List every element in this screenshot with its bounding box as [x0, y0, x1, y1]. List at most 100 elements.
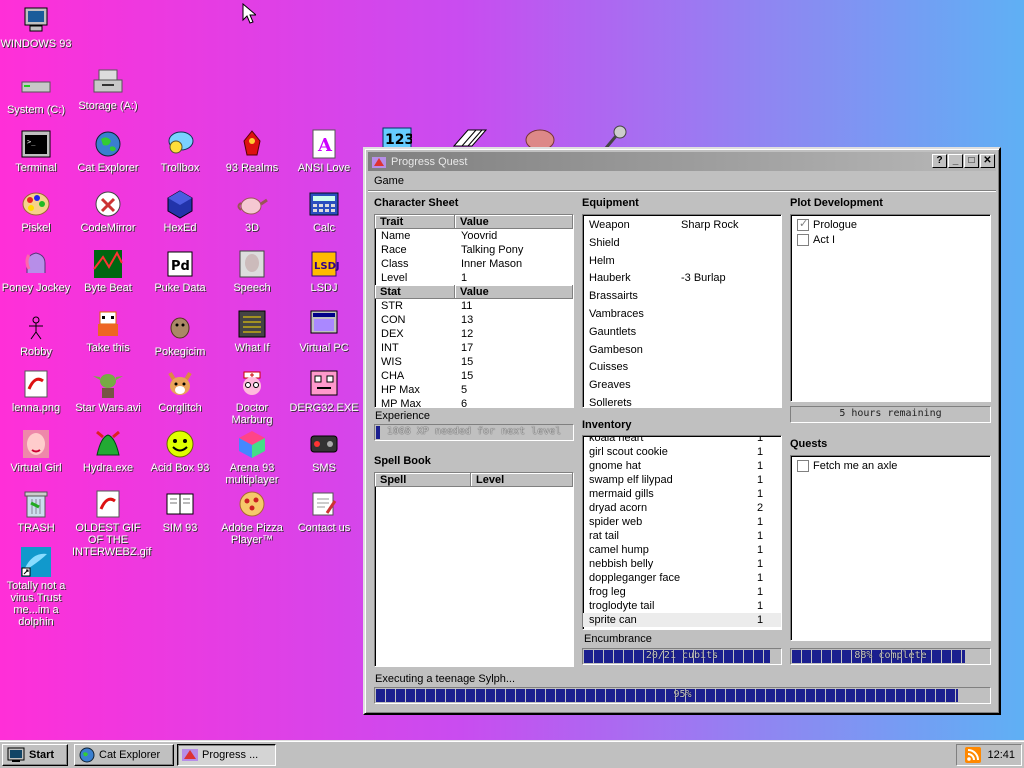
desktop-icon-hydra[interactable]: Hydra.exe — [72, 428, 144, 474]
desktop-icon-corglitch[interactable]: Corglitch — [144, 368, 216, 414]
desktop-icon-derg32[interactable]: DERG32.EXE — [288, 368, 360, 414]
desktop-icon-codemirror[interactable]: CodeMirror — [72, 188, 144, 234]
spell-col-header[interactable]: Spell — [375, 473, 471, 487]
desktop-icon-oldest-gif[interactable]: OLDEST GIF OF THE INTERWEBZ.gif — [72, 488, 151, 558]
trait-row-key: Race — [381, 244, 407, 256]
desktop-icon-partial-piano[interactable] — [452, 128, 488, 148]
stat-row: STR 11 — [375, 299, 573, 313]
desktop-icon-star-wars[interactable]: Star Wars.avi — [72, 368, 144, 414]
desktop-icon-poney-jockey[interactable]: Poney Jockey — [0, 248, 72, 294]
desktop-icon-partial-123[interactable]: 123 — [382, 126, 414, 149]
desktop-icon-partial-meat[interactable] — [524, 126, 556, 151]
checkbox[interactable] — [797, 233, 809, 246]
inventory-row[interactable]: nebbish belly 1 — [583, 557, 781, 571]
desktop-icon-label: DERG32.EXE — [289, 402, 359, 414]
desktop-icon-ansi-love[interactable]: A ANSI Love — [288, 128, 360, 174]
inventory-row[interactable]: koala heart 1 — [583, 436, 781, 445]
inventory-row[interactable]: sprite can 1 — [583, 613, 781, 627]
equipment-title: Equipment — [582, 197, 639, 209]
start-button[interactable]: Start — [2, 744, 68, 766]
desktop-icon-dolphin[interactable]: Totally not a virus.Trust me...im a dolp… — [0, 546, 72, 628]
desktop-icon-lenna[interactable]: lenna.png — [0, 368, 72, 414]
inventory-row[interactable]: frog leg 1 — [583, 585, 781, 599]
desktop-icon-system-c[interactable]: System (C:) — [0, 70, 72, 116]
inventory-row[interactable]: mermaid gills 1 — [583, 487, 781, 501]
stat-row-key: INT — [381, 342, 399, 354]
stat-row: CHA 15 — [375, 369, 573, 383]
inventory-row[interactable]: troglodyte tail 1 — [583, 599, 781, 613]
minimize-button[interactable]: _ — [948, 154, 963, 168]
desktop-icon-virtual-pc[interactable]: Virtual PC — [288, 308, 360, 354]
desktop-icon-robby[interactable]: Robby — [0, 312, 72, 358]
inventory-row[interactable]: dryad acorn 2 — [583, 501, 781, 515]
quest-item[interactable]: Fetch me an axle — [791, 458, 990, 473]
encumbrance-label: Encumbrance — [584, 633, 652, 645]
checkbox[interactable] — [797, 217, 809, 231]
level-col-header[interactable]: Level — [471, 473, 573, 487]
desktop-icon-what-if[interactable]: What If — [216, 308, 288, 354]
desktop-icon-virtual-girl[interactable]: Virtual Girl — [0, 428, 72, 474]
stat-col-header[interactable]: Stat — [375, 285, 455, 299]
desktop-icon-cat-explorer[interactable]: Cat Explorer — [72, 128, 144, 174]
face-icon — [20, 428, 52, 460]
inventory-row[interactable]: camel hump 1 — [583, 543, 781, 557]
desktop-icon-label: Pokegicim — [154, 346, 206, 358]
stat-value-col-header[interactable]: Value — [455, 285, 573, 299]
quests-title: Quests — [790, 438, 828, 450]
equipment-slot: Greaves — [589, 379, 631, 392]
desktop-icon-terminal[interactable]: >_ Terminal — [0, 128, 72, 174]
maximize-button[interactable]: □ — [964, 154, 979, 168]
desktop-icon-windows93[interactable]: WINDOWS 93 — [0, 4, 72, 50]
desktop-icon-partial-mic[interactable] — [602, 124, 630, 149]
desktop-icon-arena-93[interactable]: Arena 93 multiplayer — [216, 428, 288, 486]
inventory-item-qty: 1 — [757, 516, 764, 528]
desktop-icon-sms[interactable]: SMS — [288, 428, 360, 474]
desktop-icon-speech[interactable]: Speech — [216, 248, 288, 294]
trait-row: Race Talking Pony — [375, 243, 573, 257]
desktop-icon-pokegicim[interactable]: Pokegicim — [144, 312, 216, 358]
inventory-row[interactable]: swamp elf lilypad 1 — [583, 473, 781, 487]
desktop-icon-hexed[interactable]: HexEd — [144, 188, 216, 234]
trash-icon — [20, 488, 52, 520]
help-button[interactable]: ? — [932, 154, 947, 168]
piano-icon — [452, 129, 488, 147]
trait-col-header[interactable]: Trait — [375, 215, 455, 229]
checkbox[interactable] — [797, 459, 809, 472]
desktop-icon-storage-a[interactable]: Storage (A:) — [72, 66, 144, 112]
stat-row: HP Max 5 — [375, 383, 573, 397]
value-col-header[interactable]: Value — [455, 215, 573, 229]
desktop-icon-take-this[interactable]: Take this — [72, 308, 144, 354]
title-bar[interactable]: Progress Quest ? _ □ ✕ — [368, 152, 996, 171]
desktop-icon-calc[interactable]: Calc — [288, 188, 360, 234]
inventory-row[interactable]: spider web 1 — [583, 515, 781, 529]
plot-act-label: Prologue — [813, 218, 858, 231]
close-button[interactable]: ✕ — [980, 154, 995, 168]
desktop-icon-piskel[interactable]: Piskel — [0, 188, 72, 234]
desktop-icon-byte-beat[interactable]: Byte Beat — [72, 248, 144, 294]
stat-row-value: 11 — [461, 300, 473, 312]
rss-icon[interactable] — [965, 747, 982, 763]
taskbar-item-cat-explorer[interactable]: Cat Explorer — [74, 744, 174, 766]
inventory-row[interactable]: rat tail 1 — [583, 529, 781, 543]
inventory-row[interactable]: doppleganger face 1 — [583, 571, 781, 585]
desktop-icon-contact-us[interactable]: Contact us — [288, 488, 360, 534]
plot-act[interactable]: Prologue — [791, 217, 990, 232]
desktop-icon-trollbox[interactable]: Trollbox — [144, 128, 216, 174]
desktop-icon-acid-box[interactable]: Acid Box 93 — [144, 428, 216, 474]
desktop-icon-93-realms[interactable]: 93 Realms — [216, 128, 288, 174]
stat-row: MP Max 6 — [375, 397, 573, 407]
inventory-row[interactable]: girl scout cookie 1 — [583, 445, 781, 459]
inventory-row[interactable]: gnome hat 1 — [583, 459, 781, 473]
desktop-icon-puke-data[interactable]: Pd Puke Data — [144, 248, 216, 294]
desktop-icon-adobe-pizza[interactable]: Adobe Pizza Player™ — [216, 488, 288, 546]
desktop-icon-lsdj[interactable]: LSDJ LSDJ — [288, 248, 360, 294]
plot-act[interactable]: Act I — [791, 232, 990, 247]
menu-game[interactable]: Game — [374, 175, 404, 187]
clock[interactable]: 12:41 — [987, 749, 1015, 761]
desktop-icon-3d[interactable]: 3D — [216, 188, 288, 234]
desktop-icon-doctor-marburg[interactable]: Doctor Marburg — [216, 368, 288, 426]
desktop-icon-trash[interactable]: TRASH — [0, 488, 72, 534]
computer-icon — [20, 4, 52, 36]
taskbar-item-progress-quest[interactable]: Progress ... — [177, 744, 276, 766]
desktop-icon-sim-93[interactable]: SIM 93 — [144, 488, 216, 534]
